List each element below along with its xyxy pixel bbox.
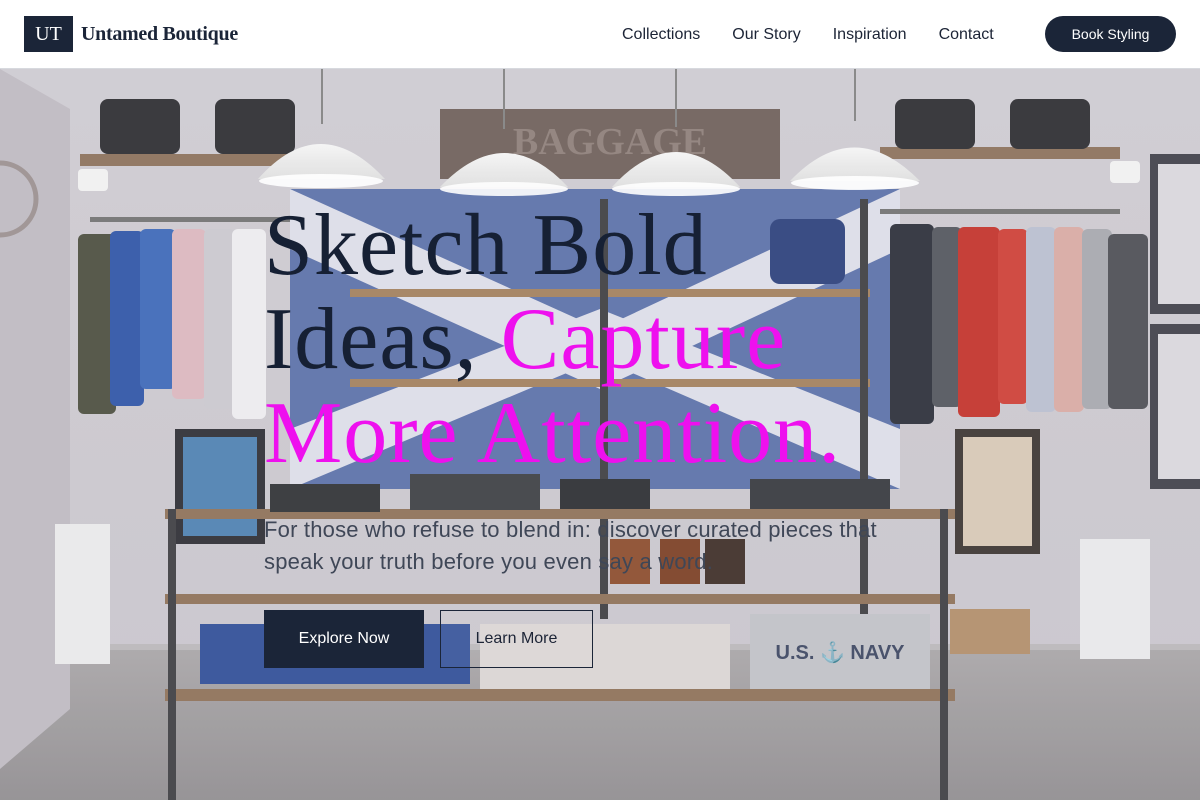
hero-headline-accent-2: More Attention. xyxy=(264,385,842,482)
hero-section: BAGGAGE U.S. ⚓ NAVY Sketch Bold Ideas, C… xyxy=(0,69,1200,800)
learn-more-button[interactable]: Learn More xyxy=(440,610,593,668)
nav-link-contact[interactable]: Contact xyxy=(939,26,994,44)
nav-link-inspiration[interactable]: Inspiration xyxy=(833,26,907,44)
brand-logo[interactable]: UT xyxy=(24,16,73,52)
hero-headline-accent-1: Capture xyxy=(500,291,787,388)
nav-link-collections[interactable]: Collections xyxy=(622,26,700,44)
hero-headline-line1: Sketch Bold xyxy=(264,197,708,294)
brand[interactable]: UT Untamed Boutique xyxy=(24,16,238,52)
hero-headline-line2: Ideas, xyxy=(264,291,501,388)
brand-name[interactable]: Untamed Boutique xyxy=(81,23,238,46)
hero-headline: Sketch Bold Ideas, Capture More Attentio… xyxy=(264,199,964,481)
hero-content: Sketch Bold Ideas, Capture More Attentio… xyxy=(264,199,964,668)
explore-now-button[interactable]: Explore Now xyxy=(264,610,424,668)
book-styling-button[interactable]: Book Styling xyxy=(1045,16,1176,52)
main-nav: Collections Our Story Inspiration Contac… xyxy=(622,0,994,69)
hero-subtitle: For those who refuse to blend in: discov… xyxy=(264,517,877,574)
site-header: UT Untamed Boutique Collections Our Stor… xyxy=(0,0,1200,69)
hero-button-row: Explore Now Learn More xyxy=(264,610,964,668)
nav-link-our-story[interactable]: Our Story xyxy=(732,26,800,44)
